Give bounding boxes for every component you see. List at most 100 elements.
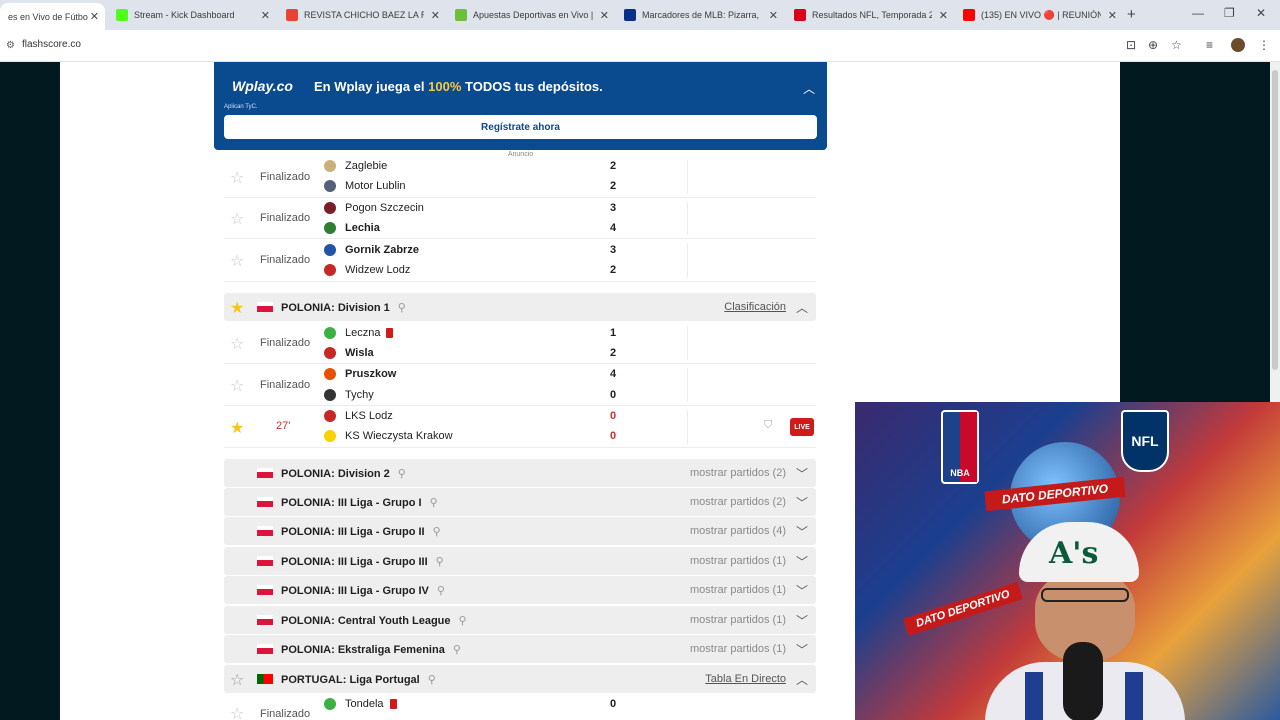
show-matches-link[interactable]: mostrar partidos (4) (690, 525, 786, 537)
show-matches-link[interactable]: mostrar partidos (2) (690, 496, 786, 508)
league-favorite-star-icon[interactable]: ☆ (230, 670, 244, 690)
menu-dots-icon[interactable]: ⋮ (1258, 38, 1270, 52)
tab-close-icon[interactable]: ✕ (261, 9, 270, 22)
wplay-ad-banner[interactable]: Wplay.co Aplican TyC. En Wplay juega el … (214, 62, 827, 150)
tab-close-icon[interactable]: ✕ (431, 9, 440, 22)
show-matches-link[interactable]: mostrar partidos (2) (690, 467, 786, 479)
reading-list-icon[interactable]: ≡ (1206, 38, 1213, 52)
tab-nfl[interactable]: Resultados NFL, Temporada 20 ✕ (786, 3, 954, 27)
standings-link[interactable]: Clasificación (724, 301, 786, 313)
favorite-star-icon[interactable]: ★ (230, 418, 244, 438)
league-header-polonia-division-1[interactable]: ★ POLONIA: Division 1 ⚲ Clasificación ︿ (224, 293, 816, 321)
site-settings-icon[interactable]: ⚙ (6, 40, 15, 51)
favorite-star-icon[interactable]: ☆ (230, 209, 244, 229)
pin-icon[interactable]: ⚲ (398, 301, 406, 314)
pin-icon[interactable]: ⚲ (428, 673, 436, 686)
away-team: Motor Lublin (324, 177, 406, 195)
league-header-central-youth-league[interactable]: POLONIA: Central Youth League ⚲ mostrar p… (224, 606, 816, 634)
league-header-iii-liga-grupo-iii[interactable]: POLONIA: III Liga - Grupo III ⚲ mostrar p… (224, 547, 816, 575)
chevron-up-icon[interactable]: ︿ (796, 671, 808, 688)
url-field[interactable]: flashscore.co (22, 39, 81, 50)
athletics-cap: A's (1019, 522, 1139, 582)
match-row[interactable]: ☆ Finalizado Leczna Wisla 1 2 (224, 322, 816, 364)
pin-icon[interactable]: ⚲ (459, 614, 467, 627)
restore-icon[interactable]: ❐ (1224, 6, 1235, 20)
ad-register-button[interactable]: Regístrate ahora (224, 115, 817, 139)
team-logo-icon (324, 244, 336, 256)
away-score: 4 (609, 222, 617, 234)
favorite-star-icon[interactable]: ☆ (230, 376, 244, 396)
chevron-up-icon[interactable]: ︿ (796, 299, 808, 316)
match-row-live[interactable]: ★ 27' LKS Lodz KS Wieczysta Krakow 0 0 ⛉… (224, 406, 816, 448)
league-name: POLONIA: III Liga - Grupo III ⚲ (281, 555, 444, 568)
show-matches-link[interactable]: mostrar partidos (1) (690, 614, 786, 626)
tab-title: REVISTA CHICHO BAEZ LA RIN (304, 10, 424, 20)
match-row[interactable]: ☆ Finalizado Gornik Zabrze Widzew Lodz 3… (224, 239, 816, 282)
show-matches-link[interactable]: mostrar partidos (1) (690, 643, 786, 655)
bookmark-star-icon[interactable]: ☆ (1171, 38, 1182, 52)
show-matches-link[interactable]: mostrar partidos (1) (690, 584, 786, 596)
match-row[interactable]: ☆ Finalizado Pogon Szczecin Lechia 3 4 (224, 198, 816, 239)
tab-close-icon[interactable]: ✕ (1108, 9, 1117, 22)
tab-mlb[interactable]: Marcadores de MLB: Pizarra, Re ✕ (616, 3, 784, 27)
ad-collapse-chevron-icon[interactable]: ︿ (803, 80, 815, 97)
tab-close-icon[interactable]: ✕ (600, 9, 609, 22)
league-name-text: POLONIA: Division 2 (281, 468, 390, 480)
home-team: Leczna (324, 324, 394, 342)
home-team: LKS Lodz (324, 407, 393, 425)
match-row[interactable]: ☆ Finalizado Pruszkow Tychy 4 0 (224, 364, 816, 406)
home-team: Pruszkow (324, 365, 396, 383)
microphone (1063, 642, 1103, 720)
pin-icon[interactable]: ⚲ (436, 555, 444, 568)
home-team: Pogon Szczecin (324, 199, 424, 217)
tab-close-icon[interactable]: ✕ (769, 9, 778, 22)
pin-icon[interactable]: ⚲ (430, 496, 438, 509)
favorite-star-icon[interactable]: ☆ (230, 251, 244, 271)
tab-apuestas[interactable]: Apuestas Deportivas en Vivo | A ✕ (447, 3, 615, 27)
tab-kick[interactable]: Stream - Kick Dashboard ✕ (108, 3, 276, 27)
league-header-iii-liga-grupo-iv[interactable]: POLONIA: III Liga - Grupo IV ⚲ mostrar pa… (224, 576, 816, 604)
tab-youtube[interactable]: (135) EN VIVO 🔴 | REUNIÓN 3 ✕ (955, 3, 1123, 27)
league-favorite-star-icon[interactable]: ★ (230, 298, 244, 318)
chevron-down-icon[interactable]: ﹀ (796, 523, 808, 540)
league-header-iii-liga-grupo-ii[interactable]: POLONIA: III Liga - Grupo II ⚲ mostrar pa… (224, 517, 816, 545)
league-header-polonia-division-2[interactable]: POLONIA: Division 2 ⚲ mostrar partidos (2… (224, 459, 816, 487)
chevron-down-icon[interactable]: ﹀ (796, 553, 808, 570)
pin-icon[interactable]: ⚲ (433, 525, 441, 538)
show-matches-link[interactable]: mostrar partidos (1) (690, 555, 786, 567)
league-header-liga-portugal[interactable]: ☆ PORTUGAL: Liga Portugal ⚲ Tabla En Dire… (224, 665, 816, 693)
divider (687, 243, 688, 278)
league-header-iii-liga-grupo-i[interactable]: POLONIA: III Liga - Grupo I ⚲ mostrar par… (224, 488, 816, 516)
pin-icon[interactable]: ⚲ (398, 467, 406, 480)
chevron-down-icon[interactable]: ﹀ (796, 612, 808, 629)
favorite-star-icon[interactable]: ☆ (230, 704, 244, 720)
wplay-logo: Wplay.co (232, 78, 293, 94)
live-table-link[interactable]: Tabla En Directo (705, 673, 786, 685)
favorite-star-icon[interactable]: ☆ (230, 334, 244, 354)
tab-close-icon[interactable]: ✕ (90, 10, 99, 23)
profile-avatar[interactable] (1231, 38, 1245, 52)
chevron-down-icon[interactable]: ﹀ (796, 494, 808, 511)
minimize-icon[interactable]: — (1192, 6, 1204, 20)
pin-icon[interactable]: ⚲ (453, 643, 461, 656)
match-row[interactable]: ☆ Finalizado Tondela 0 (224, 694, 816, 720)
favorite-star-icon[interactable]: ☆ (230, 168, 244, 188)
live-stream-button[interactable]: LIVE (790, 418, 814, 436)
red-card-icon (386, 328, 394, 338)
tab-close-icon[interactable]: ✕ (939, 9, 948, 22)
lineup-shirt-icon[interactable]: ⛉ (764, 419, 772, 432)
new-tab-button[interactable]: + (1127, 6, 1136, 23)
scrollbar-thumb[interactable] (1272, 70, 1278, 370)
tab-gmail[interactable]: REVISTA CHICHO BAEZ LA RIN ✕ (278, 3, 446, 27)
window-close-icon[interactable]: ✕ (1256, 6, 1266, 20)
install-app-icon[interactable]: ⊡ (1126, 38, 1136, 52)
league-header-ekstraliga-femenina[interactable]: POLONIA: Ekstraliga Femenina ⚲ mostrar pa… (224, 635, 816, 663)
zoom-icon[interactable]: ⊕ (1148, 38, 1158, 52)
pin-icon[interactable]: ⚲ (437, 584, 445, 597)
league-name-text: POLONIA: Ekstraliga Femenina (281, 644, 445, 656)
match-row[interactable]: ☆ Finalizado Zaglebie Motor Lublin 2 2 (224, 156, 816, 198)
tab-flashscore[interactable]: es en Vivo de Fútbol, ✕ (0, 3, 105, 30)
chevron-down-icon[interactable]: ﹀ (796, 641, 808, 658)
chevron-down-icon[interactable]: ﹀ (796, 465, 808, 482)
chevron-down-icon[interactable]: ﹀ (796, 582, 808, 599)
